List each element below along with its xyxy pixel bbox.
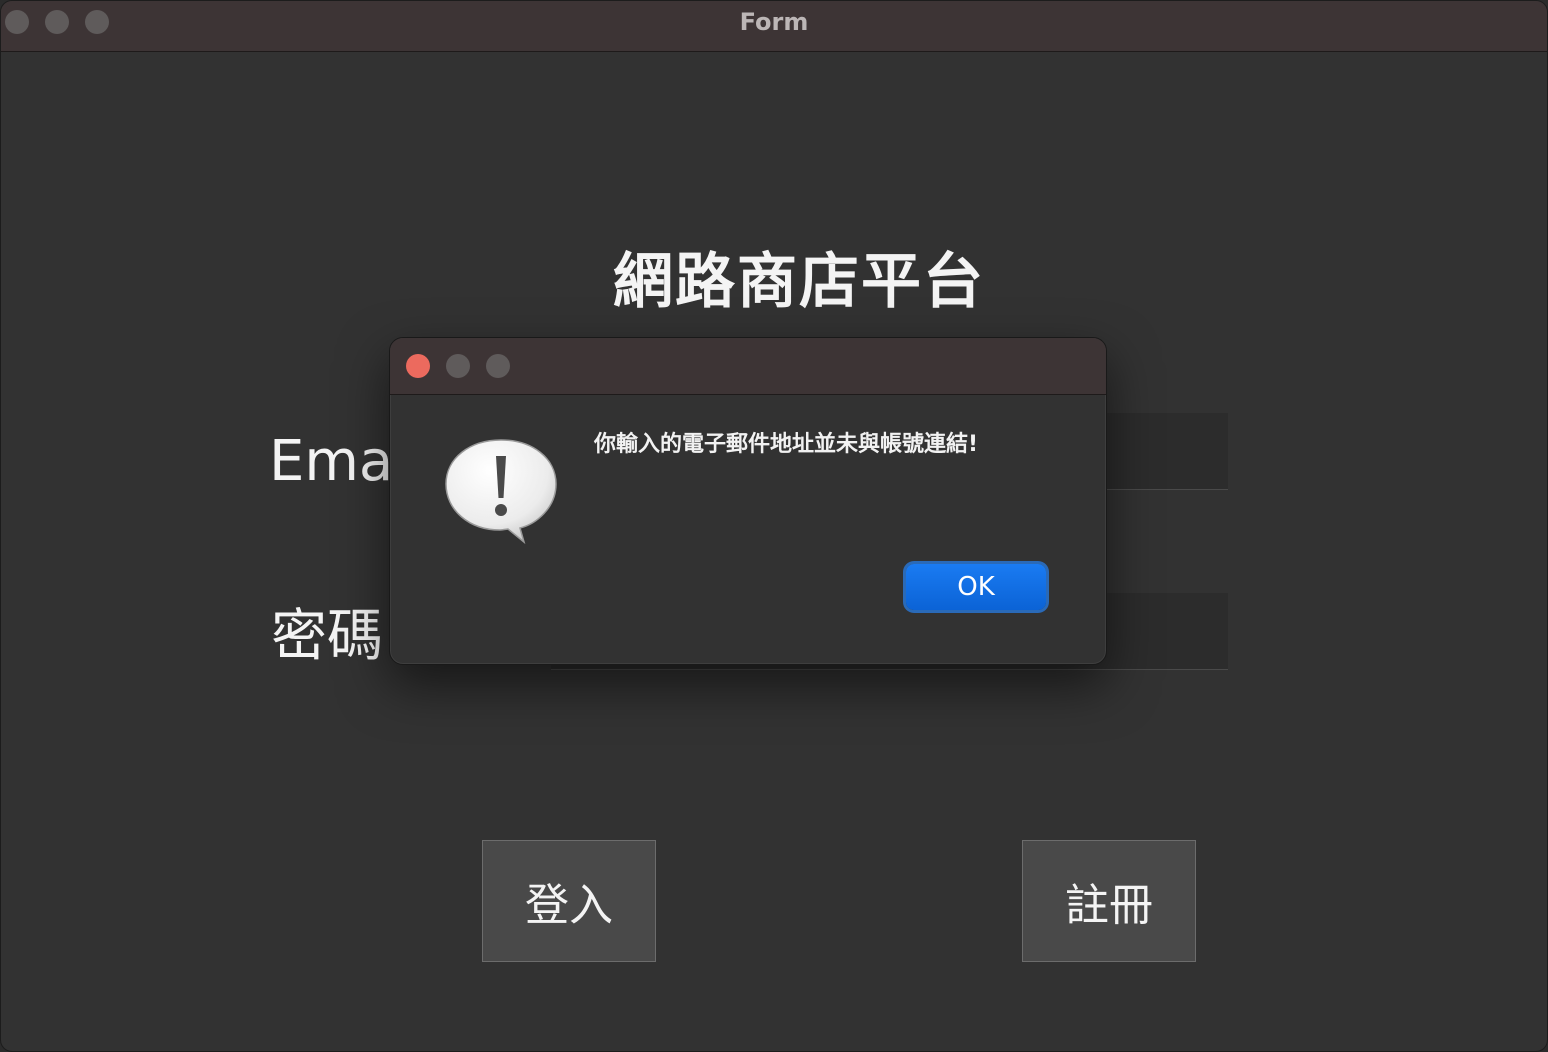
- alert-dialog: 你輸入的電子郵件地址並未與帳號連結! OK: [389, 337, 1107, 665]
- main-window: Form 網路商店平台 Email 密碼 登入 註冊 你輸入的電子郵件地址並未與: [0, 0, 1548, 1052]
- page-title: 網路商店平台: [613, 247, 985, 317]
- alert-minimize-button[interactable]: [446, 354, 470, 378]
- alert-zoom-button[interactable]: [486, 354, 510, 378]
- window-title: Form: [739, 8, 809, 36]
- login-button[interactable]: 登入: [482, 840, 656, 962]
- alert-titlebar[interactable]: [390, 338, 1106, 395]
- caution-speech-bubble-icon: [445, 439, 557, 545]
- window-titlebar[interactable]: Form: [1, 1, 1547, 52]
- password-label: 密碼: [271, 604, 383, 669]
- ok-button[interactable]: OK: [906, 564, 1046, 610]
- alert-message: 你輸入的電子郵件地址並未與帳號連結!: [594, 432, 979, 457]
- register-button[interactable]: 註冊: [1022, 840, 1196, 962]
- alert-close-button[interactable]: [406, 354, 430, 378]
